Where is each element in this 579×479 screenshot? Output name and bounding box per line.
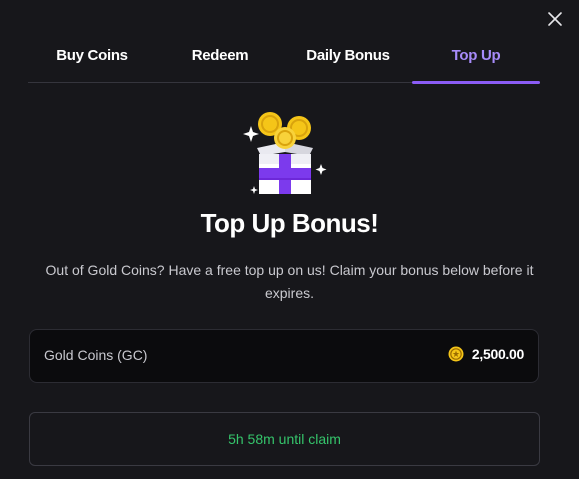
balance-amount: 2,500.00 (471, 346, 524, 362)
gold-coin-icon (448, 346, 464, 362)
gift-box-with-coins-icon (237, 104, 333, 200)
close-button[interactable] (544, 8, 566, 30)
tab-bar: Buy Coins Redeem Daily Bonus Top Up (28, 36, 540, 84)
top-up-modal: Buy Coins Redeem Daily Bonus Top Up Top … (0, 0, 579, 479)
gold-coins-balance-field: Gold Coins (GC) 2,500.00 (29, 329, 539, 383)
balance-label: Gold Coins (GC) (44, 347, 148, 363)
tab-redeem[interactable]: Redeem (156, 36, 284, 82)
balance-value-group: 2,500.00 (448, 346, 524, 362)
claim-bonus-button[interactable]: 5h 58m until claim (29, 412, 540, 466)
tab-daily-bonus[interactable]: Daily Bonus (284, 36, 412, 82)
page-title: Top Up Bonus! (200, 208, 379, 238)
tab-top-up[interactable]: Top Up (412, 36, 540, 84)
description-text: Out of Gold Coins? Have a free top up on… (45, 262, 534, 301)
tab-buy-coins[interactable]: Buy Coins (28, 36, 156, 82)
close-icon (548, 12, 562, 26)
